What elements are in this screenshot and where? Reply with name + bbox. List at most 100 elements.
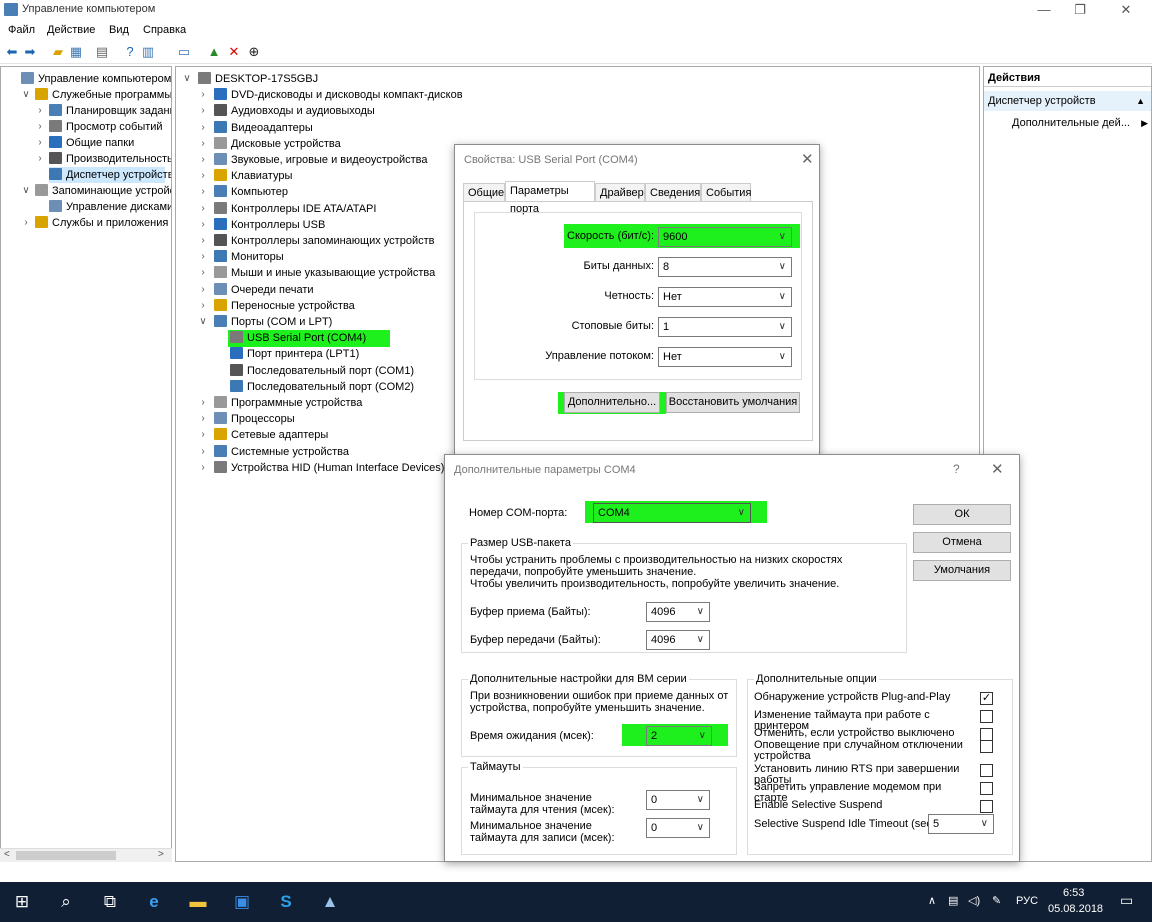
rx-buffer-select[interactable]: 4096 ∨ [646,602,710,622]
actions-section-device-manager[interactable]: Диспетчер устройств ▲ [984,91,1151,111]
device-tree-item[interactable]: › Сетевые адаптеры [198,427,328,443]
expand-chevron-icon[interactable]: › [198,184,208,200]
close-button[interactable]: ✕ [1108,0,1144,20]
expand-chevron-icon[interactable]: › [198,395,208,411]
expand-chevron-icon[interactable]: › [198,217,208,233]
tab-0[interactable]: Общие [463,183,505,202]
read-timeout-select[interactable]: 0 ∨ [646,790,710,810]
device-tree-item[interactable]: › Очереди печати [198,282,314,298]
scroll-right-icon[interactable]: > [158,849,164,860]
field-select[interactable]: 1 ∨ [658,317,792,337]
device-tree-item[interactable]: ∨ Порты (COM и LPT) [198,314,332,330]
device-tree-item[interactable]: › Устройства HID (Human Interface Devices… [198,460,444,476]
device-tree-item[interactable]: USB Serial Port (COM4) [214,330,366,346]
device-tree-item[interactable]: › DVD-дисководы и дисководы компакт-диско… [198,87,463,103]
tree-item[interactable]: › Планировщик заданий [35,103,171,119]
expand-chevron-icon[interactable]: › [198,201,208,217]
option-checkbox[interactable] [980,800,993,813]
properties-grid-icon[interactable]: ▦ [68,44,84,60]
device-tree-item[interactable]: › Системные устройства [198,444,349,460]
tab-3[interactable]: Сведения [645,183,701,202]
edge-browser-icon[interactable]: e [142,890,166,914]
device-tree-item[interactable]: › Звуковые, игровые и видеоустройства [198,152,428,168]
field-select[interactable]: 9600 ∨ [658,227,792,247]
expand-chevron-icon[interactable]: ∨ [198,314,208,330]
expand-chevron-icon[interactable]: › [198,411,208,427]
collapse-up-icon[interactable]: ▲ [1136,91,1145,111]
minimize-button[interactable]: — [1026,0,1062,20]
network-icon[interactable]: ▤ [948,894,958,907]
ok-button[interactable]: ОК [913,504,1011,525]
clock-time[interactable]: 6:53 [1063,887,1084,899]
menu-help[interactable]: Справка [143,24,186,36]
expand-chevron-icon[interactable]: › [198,444,208,460]
tx-buffer-select[interactable]: 4096 ∨ [646,630,710,650]
expand-chevron-icon[interactable]: › [198,87,208,103]
field-select[interactable]: Нет ∨ [658,347,792,367]
restore-defaults-button[interactable]: Восстановить умолчания [666,392,800,413]
pen-icon[interactable]: ✎ [992,894,1001,907]
device-tree-item[interactable]: › Дисковые устройства [198,136,341,152]
tray-expand-icon[interactable]: ∧ [928,894,936,907]
expand-chevron-icon[interactable]: › [198,265,208,281]
scroll-left-icon[interactable]: < [4,849,10,860]
back-arrow-icon[interactable]: ⬅ [4,44,20,60]
expand-chevron-icon[interactable]: › [198,460,208,476]
device-tree-item[interactable]: › Контроллеры USB [198,217,325,233]
tree-item[interactable]: › Общие папки [35,135,134,151]
expand-chevron-icon[interactable]: › [198,298,208,314]
option-checkbox[interactable] [980,764,993,777]
device-tree-item[interactable]: › Компьютер [198,184,288,200]
up-folder-icon[interactable]: ▰ [50,44,66,60]
add-driver-icon[interactable]: ▲ [206,44,222,60]
idle-timeout-select[interactable]: 5 ∨ [928,814,994,834]
menu-action[interactable]: Действие [47,24,95,36]
device-tree-item[interactable]: › Процессоры [198,411,295,427]
expand-chevron-icon[interactable]: › [35,103,45,119]
tree-item[interactable]: › Просмотр событий [35,119,163,135]
list-view-icon[interactable]: ▤ [94,44,110,60]
scrollbar-thumb[interactable] [16,851,116,860]
expand-chevron-icon[interactable]: › [198,233,208,249]
menu-file[interactable]: Файл [8,24,35,36]
expand-chevron-icon[interactable]: › [35,119,45,135]
maximize-button[interactable]: ❐ [1062,0,1098,20]
skype-icon[interactable]: S [274,890,298,914]
tab-1[interactable]: Параметры порта [505,181,595,215]
device-tree-item[interactable]: › Контроллеры запоминающих устройств [198,233,434,249]
device-tree-item[interactable]: Порт принтера (LPT1) [214,346,359,362]
close-icon[interactable]: ✕ [991,460,1004,478]
volume-icon[interactable]: ◁) [968,894,980,907]
expand-chevron-icon[interactable]: › [21,215,31,231]
tree-item[interactable]: Диспетчер устройств [35,167,171,183]
properties-icon[interactable]: ▥ [140,44,156,60]
monitor-icon[interactable]: ▭ [176,44,192,60]
advanced-button[interactable]: Дополнительно... [564,392,660,413]
expand-chevron-icon[interactable]: › [198,282,208,298]
computer-management-taskbar-icon[interactable]: ▲ [318,890,342,914]
expand-chevron-icon[interactable]: ∨ [182,71,192,87]
device-tree-item[interactable]: › Мыши и иные указывающие устройства [198,265,435,281]
defaults-button[interactable]: Умолчания [913,560,1011,581]
search-icon[interactable]: ⌕ [54,890,78,914]
tree-item[interactable]: Управление компьютером (л [7,71,171,87]
menu-view[interactable]: Вид [109,24,129,36]
tab-4[interactable]: События [701,183,751,202]
tree-item[interactable]: › Производительность [35,151,171,167]
device-tree-item[interactable]: ∨ DESKTOP-17S5GBJ [182,71,318,87]
device-tree-item[interactable]: › Видеоадаптеры [198,120,313,136]
device-tree-item[interactable]: Последовательный порт (COM1) [214,363,414,379]
notifications-icon[interactable]: ▭ [1120,892,1133,909]
option-checkbox[interactable] [980,782,993,795]
device-tree-item[interactable]: › Клавиатуры [198,168,292,184]
expand-chevron-icon[interactable]: ∨ [21,183,31,199]
expand-chevron-icon[interactable]: › [198,168,208,184]
language-indicator[interactable]: РУС [1016,895,1038,907]
tree-item[interactable]: › Службы и приложения [21,215,168,231]
tree-item[interactable]: Управление дисками [35,199,171,215]
task-view-icon[interactable]: ⧉ [98,890,122,914]
expand-chevron-icon[interactable]: › [198,103,208,119]
tree-item[interactable]: ∨ Запоминающие устройст [21,183,171,199]
file-explorer-icon[interactable]: ▬ [186,890,210,914]
device-tree-item[interactable]: › Программные устройства [198,395,362,411]
